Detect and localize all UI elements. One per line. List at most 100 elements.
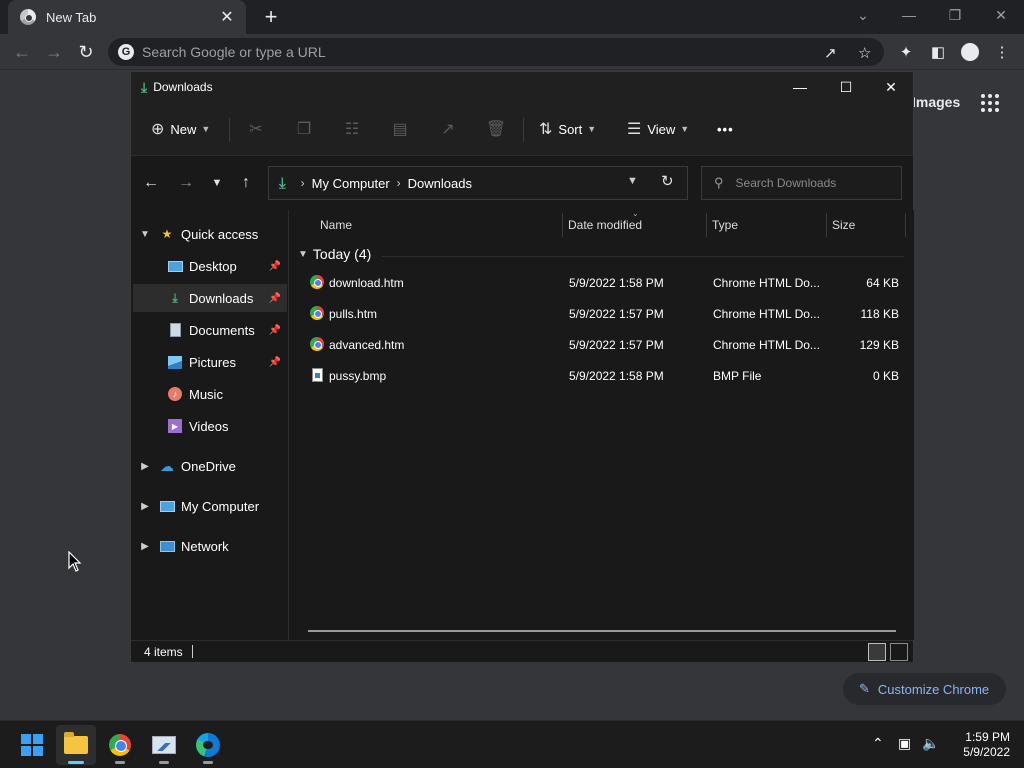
restore-icon[interactable]: ❐ — [932, 0, 978, 30]
forward-arrow-icon[interactable]: → — [40, 38, 68, 66]
system-clock[interactable]: 1:59 PM 5/9/2022 — [940, 730, 1010, 760]
column-header-name[interactable]: Name — [320, 210, 352, 240]
reload-icon[interactable]: ↻ — [72, 38, 100, 66]
pictures-icon — [167, 354, 183, 370]
network-status-icon[interactable]: ▣ — [898, 735, 911, 752]
file-row[interactable]: download.htm 5/9/2022 1:58 PM Chrome HTM… — [290, 268, 910, 298]
column-divider[interactable] — [562, 213, 563, 237]
new-button[interactable]: ⊕ New ▼ — [151, 117, 210, 141]
address-history-chevron-icon[interactable]: ▼ — [627, 175, 638, 187]
nav-downloads[interactable]: ⤓ Downloads 📌 — [133, 284, 287, 312]
explorer-maximize-icon[interactable]: ☐ — [823, 72, 869, 102]
forward-arrow-icon[interactable]: → — [174, 172, 198, 194]
chevron-down-icon[interactable]: ▼ — [137, 229, 153, 240]
rename-icon[interactable]: ▤ — [389, 119, 411, 139]
chevron-right-icon[interactable]: ▶ — [137, 461, 153, 472]
pin-icon[interactable]: 📌 — [269, 293, 281, 304]
images-link[interactable]: Images — [912, 94, 960, 110]
address-bar[interactable]: ⤓ › My Computer › Downloads — [268, 166, 688, 200]
search-icon: ⚲ — [714, 175, 724, 190]
nav-videos[interactable]: ▶ Videos — [133, 412, 287, 440]
file-list-pane: Name ⌄ Date modified Type Size ▼ Today (… — [290, 209, 914, 640]
extensions-puzzle-icon[interactable]: ✦ — [896, 42, 916, 62]
desktop-icon — [167, 258, 183, 274]
nav-desktop[interactable]: Desktop 📌 — [133, 252, 287, 280]
recent-locations-chevron-icon[interactable]: ▼ — [205, 172, 229, 194]
column-header-size[interactable]: Size — [832, 210, 855, 240]
omnibox[interactable]: G Search Google or type a URL ↗ ☆ — [108, 38, 884, 66]
taskbar-task-manager[interactable] — [144, 725, 184, 765]
explorer-close-icon[interactable]: ✕ — [868, 72, 914, 102]
volume-icon[interactable]: 🔈 — [922, 735, 939, 752]
new-tab-button[interactable]: + — [258, 4, 284, 30]
show-hidden-icons-chevron-icon[interactable]: ⌃ — [872, 735, 884, 752]
task-manager-icon — [152, 736, 176, 754]
tab-close-icon[interactable]: ✕ — [218, 7, 236, 27]
back-arrow-icon[interactable]: ← — [8, 38, 36, 66]
share-icon[interactable]: ↗ — [824, 44, 837, 62]
tab-new-tab[interactable]: New Tab ✕ — [8, 0, 246, 34]
nav-pictures[interactable]: Pictures 📌 — [133, 348, 287, 376]
chevron-right-icon[interactable]: ▶ — [137, 541, 153, 552]
nav-documents[interactable]: Documents 📌 — [133, 316, 287, 344]
delete-icon[interactable]: 🗑 — [485, 119, 507, 139]
bmp-file-icon — [312, 368, 323, 382]
chevron-down-icon: ▼ — [587, 124, 597, 134]
side-panel-icon[interactable]: ◧ — [928, 42, 948, 62]
breadcrumb-downloads[interactable]: Downloads — [408, 176, 472, 191]
pin-icon[interactable]: 📌 — [269, 357, 281, 368]
file-row[interactable]: advanced.htm 5/9/2022 1:57 PM Chrome HTM… — [290, 330, 910, 360]
refresh-icon[interactable]: ↻ — [661, 172, 674, 190]
apps-grid-icon[interactable] — [981, 94, 999, 112]
bookmark-star-icon[interactable]: ☆ — [858, 44, 871, 62]
cut-icon[interactable]: ✂ — [245, 119, 267, 139]
pin-icon[interactable]: 📌 — [269, 261, 281, 272]
sort-button[interactable]: ⇅ Sort ▼ — [539, 117, 596, 141]
details-view-icon[interactable] — [868, 643, 886, 661]
explorer-minimize-icon[interactable]: — — [777, 72, 823, 102]
nav-quick-access[interactable]: ▼ ★ Quick access — [133, 220, 287, 248]
tab-search-chevron-icon[interactable]: ⌄ — [840, 0, 886, 30]
taskbar-edge[interactable] — [188, 725, 228, 765]
column-divider[interactable] — [706, 213, 707, 237]
horizontal-scrollbar[interactable] — [308, 630, 896, 632]
more-options-button[interactable]: ••• — [717, 117, 734, 141]
start-button[interactable] — [12, 725, 52, 765]
search-downloads-input[interactable]: ⚲ Search Downloads — [701, 166, 902, 200]
back-arrow-icon[interactable]: ← — [139, 172, 163, 194]
close-window-icon[interactable]: ✕ — [978, 0, 1024, 30]
chrome-menu-icon[interactable]: ⋮ — [992, 42, 1012, 62]
column-header-date[interactable]: Date modified — [568, 210, 642, 240]
status-bar: 4 items — [131, 640, 913, 662]
column-divider[interactable] — [826, 213, 827, 237]
file-row[interactable]: pussy.bmp 5/9/2022 1:58 PM BMP File 0 KB — [290, 361, 910, 391]
copy-icon[interactable]: ❐ — [293, 119, 315, 139]
command-separator — [523, 118, 524, 142]
customize-chrome-button[interactable]: ✎ Customize Chrome — [843, 673, 1006, 705]
column-divider[interactable] — [905, 213, 906, 237]
group-header-today[interactable]: ▼ Today (4) — [298, 246, 371, 262]
minimize-icon[interactable]: — — [886, 0, 932, 30]
file-row[interactable]: pulls.htm 5/9/2022 1:57 PM Chrome HTML D… — [290, 299, 910, 329]
profile-icon[interactable] — [960, 42, 980, 62]
view-button[interactable]: ☰ View ▼ — [627, 117, 689, 141]
tiles-view-icon[interactable] — [890, 643, 908, 661]
share-file-icon[interactable]: ↗ — [437, 119, 459, 139]
up-arrow-icon[interactable]: ↑ — [234, 172, 258, 194]
column-header-type[interactable]: Type — [712, 210, 738, 240]
nav-onedrive[interactable]: ▶ ☁ OneDrive — [133, 452, 287, 480]
nav-music[interactable]: ♪ Music — [133, 380, 287, 408]
nav-network[interactable]: ▶ Network — [133, 532, 287, 560]
nav-my-computer[interactable]: ▶ My Computer — [133, 492, 287, 520]
taskbar-file-explorer[interactable] — [56, 725, 96, 765]
paste-icon[interactable]: ☷ — [341, 119, 363, 139]
chevron-right-icon[interactable]: ▶ — [137, 501, 153, 512]
nav-label: Quick access — [181, 226, 259, 242]
taskbar-chrome[interactable] — [100, 725, 140, 765]
nav-label: Pictures — [189, 354, 236, 370]
breadcrumb-my-computer[interactable]: My Computer — [312, 176, 390, 191]
chevron-down-icon[interactable]: ▼ — [298, 249, 308, 260]
status-divider — [192, 645, 193, 658]
tab-title: New Tab — [46, 9, 97, 25]
pin-icon[interactable]: 📌 — [269, 325, 281, 336]
